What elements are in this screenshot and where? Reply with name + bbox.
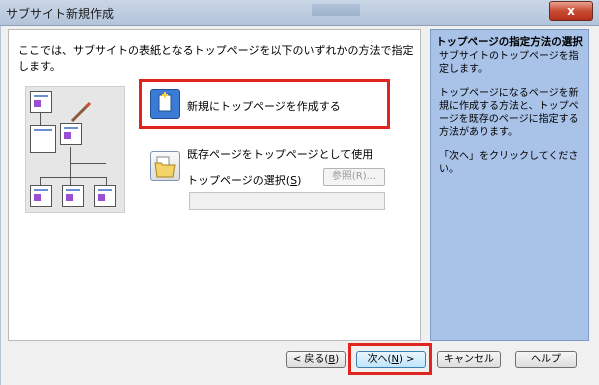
close-button[interactable]: x bbox=[549, 1, 593, 21]
help-paragraph: トップページになるページを新規に作成する方法と、トップページを既存のページに指定… bbox=[439, 88, 579, 138]
page-icon bbox=[60, 123, 82, 145]
page-icon bbox=[30, 125, 56, 153]
close-icon: x bbox=[567, 4, 575, 18]
intro-text: ここでは、サブサイトの表紙となるトップページを以下のいずれかの方法で指定します。 bbox=[18, 44, 414, 73]
top-page-field[interactable] bbox=[189, 192, 385, 210]
tree-connector bbox=[106, 177, 107, 185]
select-page-label: トップページの選択(S) bbox=[187, 174, 302, 187]
use-existing-option-button[interactable] bbox=[150, 151, 180, 181]
new-document-icon bbox=[158, 92, 172, 112]
create-new-option-label[interactable]: 新規にトップページを作成する bbox=[187, 98, 341, 114]
tree-connector bbox=[40, 177, 106, 178]
cancel-button[interactable]: キャンセル bbox=[437, 351, 501, 368]
open-folder-icon bbox=[154, 156, 176, 178]
site-structure-illustration bbox=[25, 86, 125, 213]
back-button[interactable]: < 戻る(B) bbox=[286, 351, 346, 368]
pencil-icon bbox=[70, 101, 92, 123]
title-bar: サブサイト新規作成 x bbox=[0, 0, 599, 26]
tree-connector bbox=[40, 177, 41, 185]
tree-connector bbox=[40, 113, 41, 125]
help-button[interactable]: ヘルプ bbox=[515, 351, 577, 368]
page-icon bbox=[30, 91, 52, 113]
tree-connector bbox=[70, 147, 71, 189]
help-paragraph: サブサイトのトップページを指定します。 bbox=[439, 51, 579, 75]
next-button[interactable]: 次へ(N) > bbox=[356, 351, 426, 368]
tree-connector bbox=[70, 163, 106, 164]
help-paragraph: 「次へ」をクリックしてください。 bbox=[439, 151, 579, 175]
help-pane: トップページの指定方法の選択 サブサイトのトップページを指定します。 トップペー… bbox=[430, 29, 589, 341]
window-title: サブサイト新規作成 bbox=[6, 7, 115, 21]
page-icon bbox=[62, 185, 84, 207]
browse-button[interactable]: 参照(R)... bbox=[323, 168, 385, 186]
page-icon bbox=[30, 185, 52, 207]
options-panel: ここでは、サブサイトの表紙となるトップページを以下のいずれかの方法で指定します。 bbox=[8, 29, 421, 341]
use-existing-option-label[interactable]: 既存ページをトップページとして使用 bbox=[187, 146, 373, 162]
title-bar-decoration bbox=[312, 4, 360, 16]
page-icon bbox=[94, 185, 116, 207]
help-title: トップページの指定方法の選択 bbox=[436, 36, 583, 48]
create-new-option-button[interactable] bbox=[150, 89, 180, 119]
